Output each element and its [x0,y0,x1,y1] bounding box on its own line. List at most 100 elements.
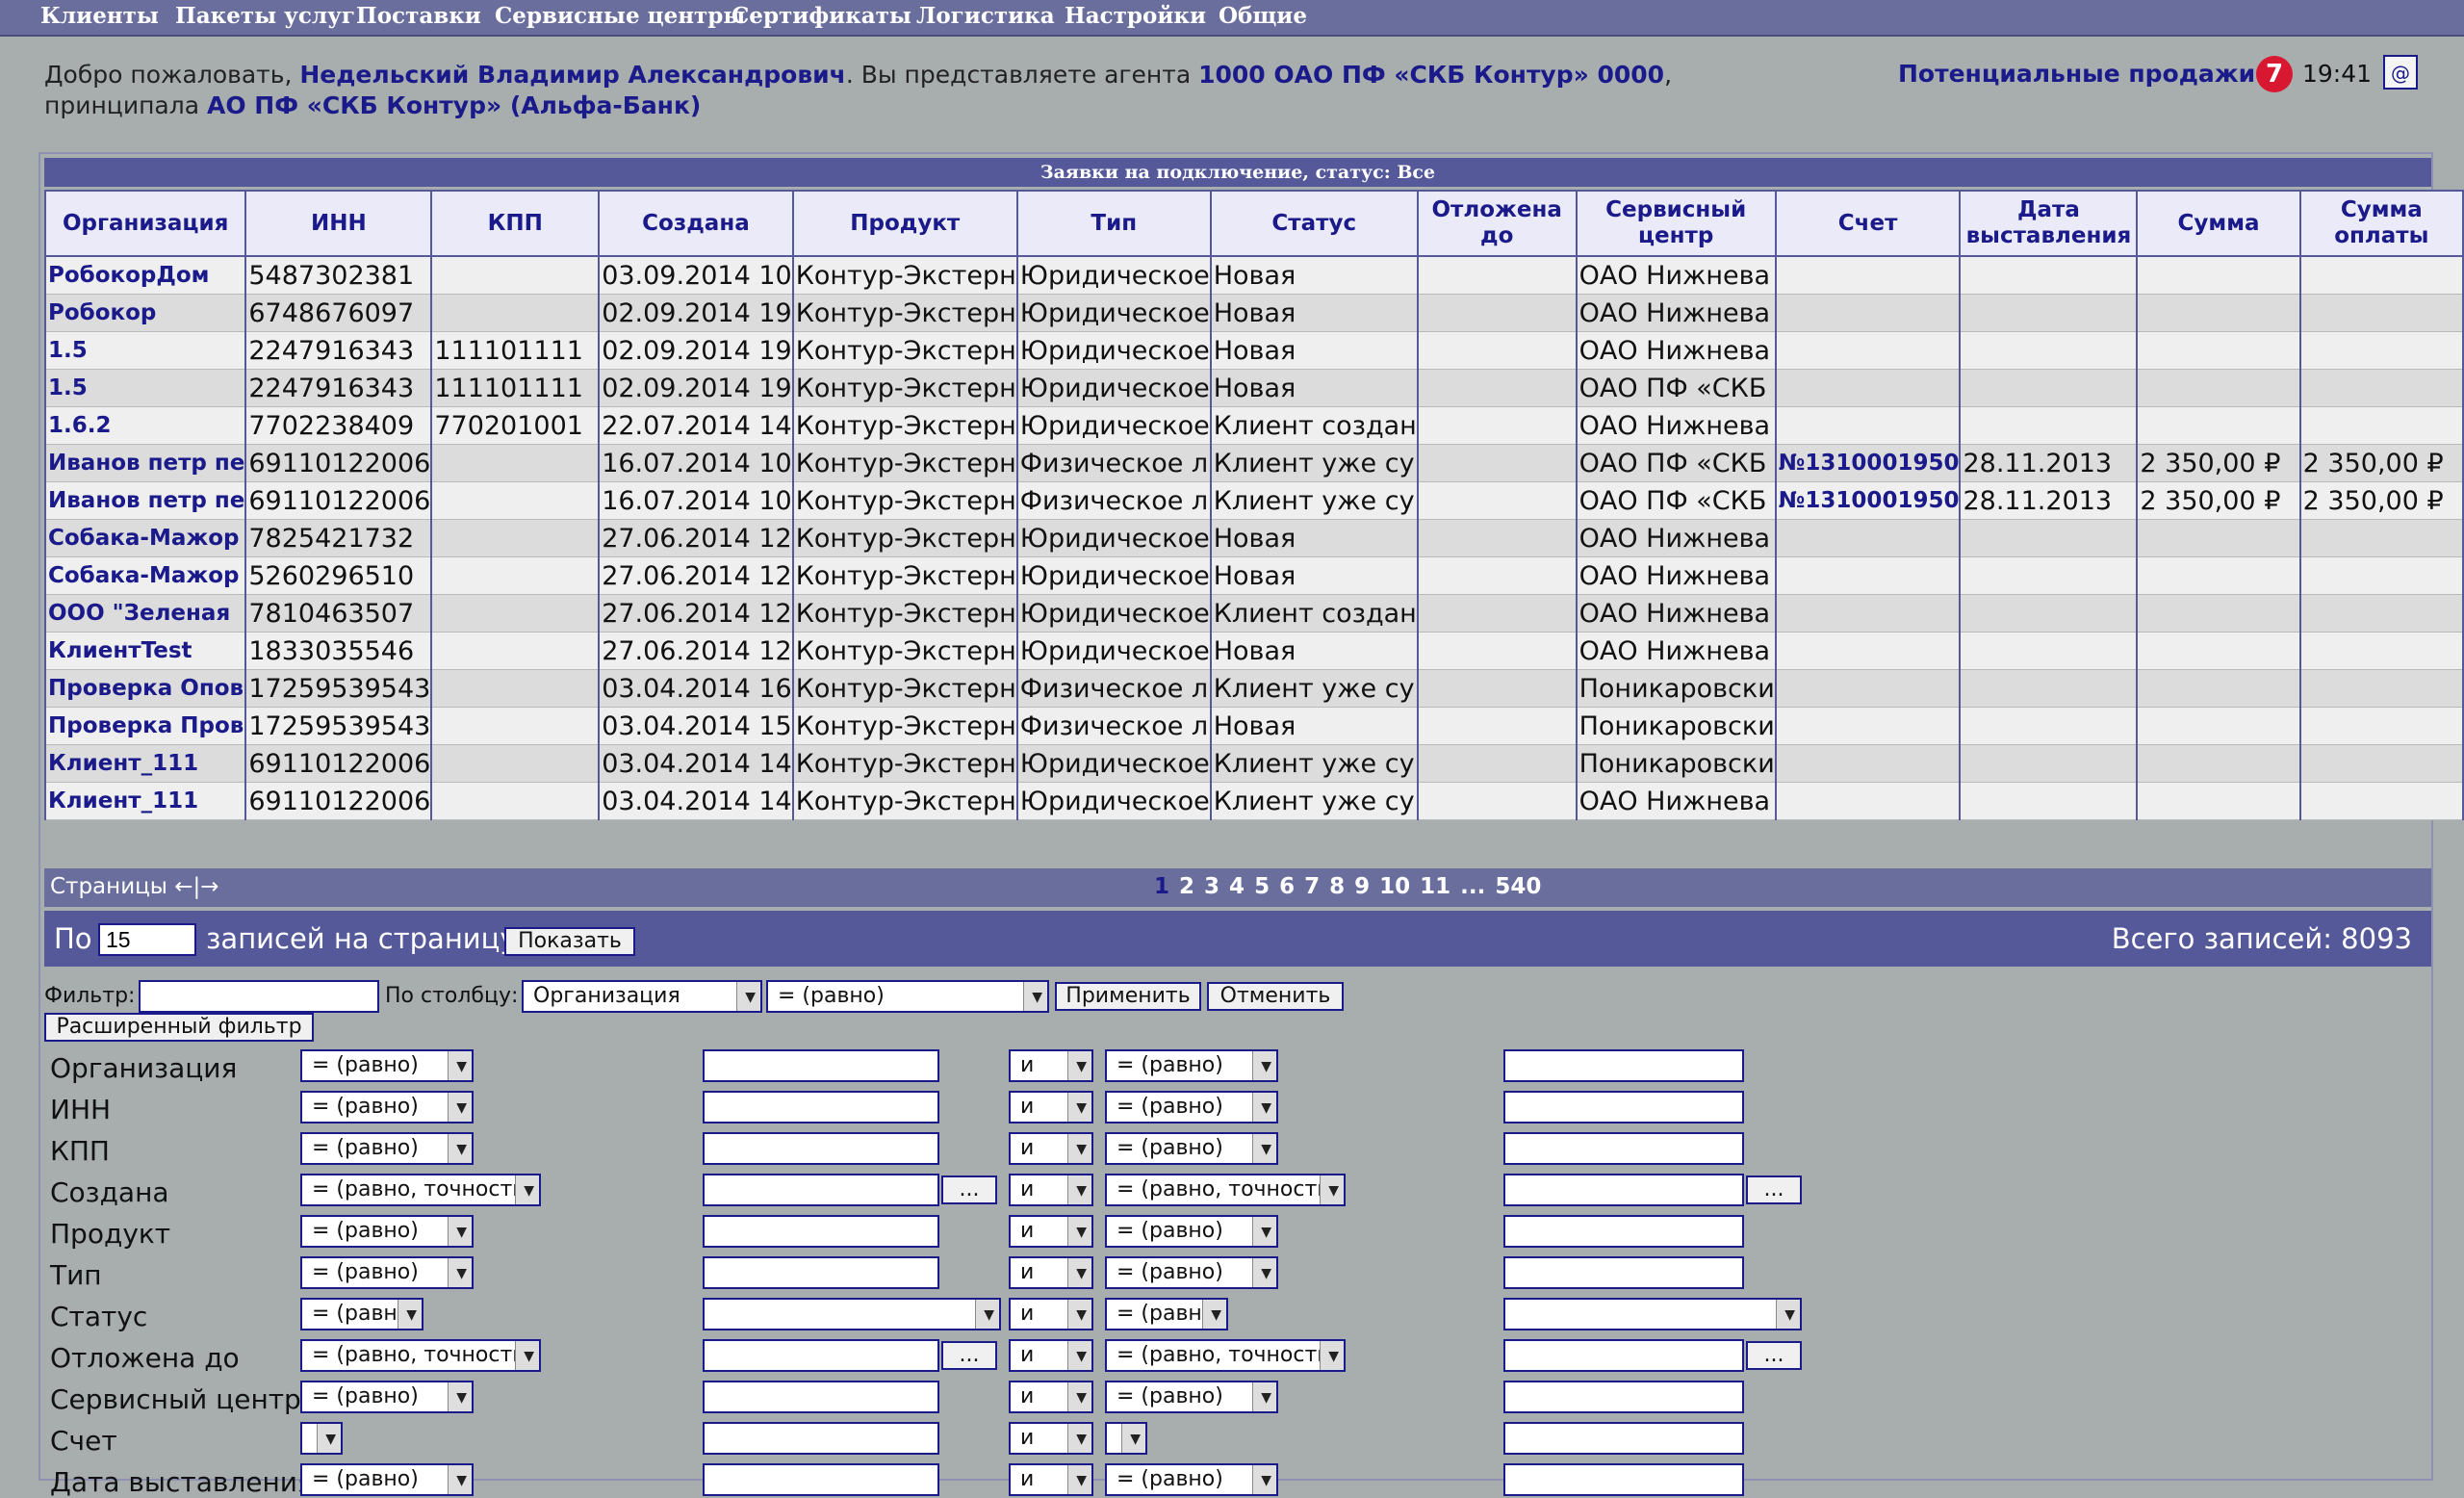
page-link[interactable]: 4 [1229,874,1245,899]
column-header[interactable]: Организация [43,190,247,257]
filter-column-select[interactable]: Организация ▼ [522,980,762,1013]
value-input[interactable] [1503,1049,1744,1082]
table-row[interactable]: Клиент_111 69110122006 03.04.2014 14 Контур… [43,744,2464,783]
operator-select[interactable]: = (равно) ▼ [300,1132,474,1165]
conjunction-select[interactable]: и ▼ [1009,1422,1093,1455]
table-row[interactable]: Иванов петр пе 69110122006 16.07.2014 10 Ко… [43,481,2464,520]
value-input[interactable] [1503,1339,1744,1372]
operator-select[interactable]: = (равно) ▼ [300,1215,474,1248]
page-link[interactable]: 11 [1420,874,1450,899]
operator-select[interactable]: = (равно) ▼ [1105,1132,1278,1165]
conjunction-select[interactable]: и ▼ [1009,1174,1093,1206]
mail-icon[interactable]: @ [2383,55,2418,90]
operator-select[interactable]: = (равно) ▼ [1105,1298,1228,1330]
date-picker-button[interactable]: ... [1746,1175,1802,1204]
operator-select[interactable]: = (равно) ▼ [1105,1256,1278,1289]
nav-logistics[interactable]: Логистика [916,3,1055,29]
invoice-link[interactable] [1774,369,1962,407]
value-input[interactable] [703,1174,939,1206]
conjunction-select[interactable]: и ▼ [1009,1298,1093,1330]
column-header[interactable]: Сумма оплаты [2298,190,2464,257]
organization-link[interactable]: Собака-Мажор [43,556,247,595]
show-button[interactable]: Показать [504,927,635,956]
invoice-link[interactable] [1774,594,1962,633]
nav-general[interactable]: Общие [1219,3,1307,29]
table-row[interactable]: 1.6.2 7702238409 770201001 22.07.2014 14 Кон… [43,406,2464,445]
page-link[interactable]: 9 [1354,874,1370,899]
operator-select[interactable]: = (равно, точность 1 день)▼ [300,1339,541,1372]
invoice-link[interactable]: №1310001950 [1774,481,1962,520]
table-row[interactable]: 1.5 2247916343 111101111 02.09.2014 19 Конту… [43,331,2464,370]
value-input[interactable] [703,1049,939,1082]
nav-deliveries[interactable]: Поставки [356,3,481,29]
page-link[interactable]: 10 [1379,874,1410,899]
invoice-link[interactable] [1774,406,1962,445]
table-row[interactable]: 1.5 2247916343 111101111 02.09.2014 19 Конту… [43,369,2464,407]
value-input[interactable] [1503,1422,1744,1455]
conjunction-select[interactable]: и ▼ [1009,1256,1093,1289]
nav-certificates[interactable]: Сертификаты [732,3,911,29]
invoice-link[interactable] [1774,556,1962,595]
operator-select[interactable]: = (равно, точность 1 день)▼ [300,1174,541,1206]
organization-link[interactable]: Клиент_111 [43,744,247,783]
operator-select[interactable]: = (равно, точность 1 день)▼ [1105,1339,1346,1372]
operator-select[interactable]: = (равно) ▼ [1105,1049,1278,1082]
value-input[interactable] [703,1422,939,1455]
invoice-link[interactable] [1774,255,1962,295]
organization-link[interactable]: 1.5 [43,369,247,407]
column-header[interactable]: ИНН [244,190,433,257]
nav-service-centers[interactable]: Сервисные центры [495,3,745,29]
value-input[interactable] [1503,1132,1744,1165]
value-input[interactable] [1503,1381,1744,1413]
invoice-link[interactable] [1774,707,1962,745]
column-header[interactable]: Счет [1774,190,1962,257]
value-input[interactable] [1503,1091,1744,1124]
value-input[interactable] [703,1339,939,1372]
pager-label[interactable]: Страницы ←|→ [50,874,219,899]
conjunction-select[interactable]: и ▼ [1009,1381,1093,1413]
value-input[interactable] [1503,1174,1744,1206]
per-page-input[interactable] [98,923,196,956]
value-select[interactable]: ▼ [1503,1298,1802,1330]
table-row[interactable]: Собака-Мажор 7825421732 27.06.2014 12 Конту… [43,519,2464,557]
page-link[interactable]: ... [1460,874,1485,899]
page-link[interactable]: 3 [1204,874,1219,899]
column-header[interactable]: Продукт [791,190,1018,257]
operator-select[interactable]: = (равно) ▼ [300,1256,474,1289]
organization-link[interactable]: Собака-Мажор [43,519,247,557]
operator-select[interactable]: ▼ [1105,1422,1147,1455]
potential-sales-badge[interactable]: 7 [2256,56,2293,92]
column-header[interactable]: Отложена до [1416,190,1578,257]
table-row[interactable]: ООО "Зеленая 7810463507 27.06.2014 12 Конту… [43,594,2464,633]
invoice-link[interactable] [1774,294,1962,332]
value-input[interactable] [703,1463,939,1496]
page-link[interactable]: 540 [1495,874,1541,899]
organization-link[interactable]: Проверка Пров [43,707,247,745]
operator-select[interactable]: = (равно) ▼ [1105,1091,1278,1124]
invoice-link[interactable]: №1310001950 [1774,444,1962,482]
conjunction-select[interactable]: и ▼ [1009,1049,1093,1082]
value-select[interactable]: ▼ [703,1298,1001,1330]
column-header[interactable]: Сумма [2136,190,2301,257]
filter-operator-select[interactable]: = (равно) ▼ [766,980,1049,1013]
table-row[interactable]: Проверка Пров 17259539543 03.04.2014 15 Кон… [43,707,2464,745]
conjunction-select[interactable]: и ▼ [1009,1339,1093,1372]
invoice-link[interactable] [1774,782,1962,820]
value-input[interactable] [1503,1215,1744,1248]
cancel-filter-button[interactable]: Отменить [1207,982,1344,1011]
conjunction-select[interactable]: и ▼ [1009,1463,1093,1496]
operator-select[interactable]: = (равно, точность 1 день)▼ [1105,1174,1346,1206]
advanced-filter-button[interactable]: Расширенный фильтр [44,1013,314,1042]
invoice-link[interactable] [1774,519,1962,557]
operator-select[interactable]: = (равно) ▼ [1105,1381,1278,1413]
organization-link[interactable]: Иванов петр пе [43,444,247,482]
operator-select[interactable]: = (равно) ▼ [300,1049,474,1082]
value-input[interactable] [1503,1256,1744,1289]
column-header[interactable]: Дата выставления [1959,190,2139,257]
value-input[interactable] [703,1256,939,1289]
organization-link[interactable]: ООО "Зеленая [43,594,247,633]
conjunction-select[interactable]: и ▼ [1009,1091,1093,1124]
operator-select[interactable]: = (равно) ▼ [300,1091,474,1124]
invoice-link[interactable] [1774,744,1962,783]
organization-link[interactable]: 1.5 [43,331,247,370]
